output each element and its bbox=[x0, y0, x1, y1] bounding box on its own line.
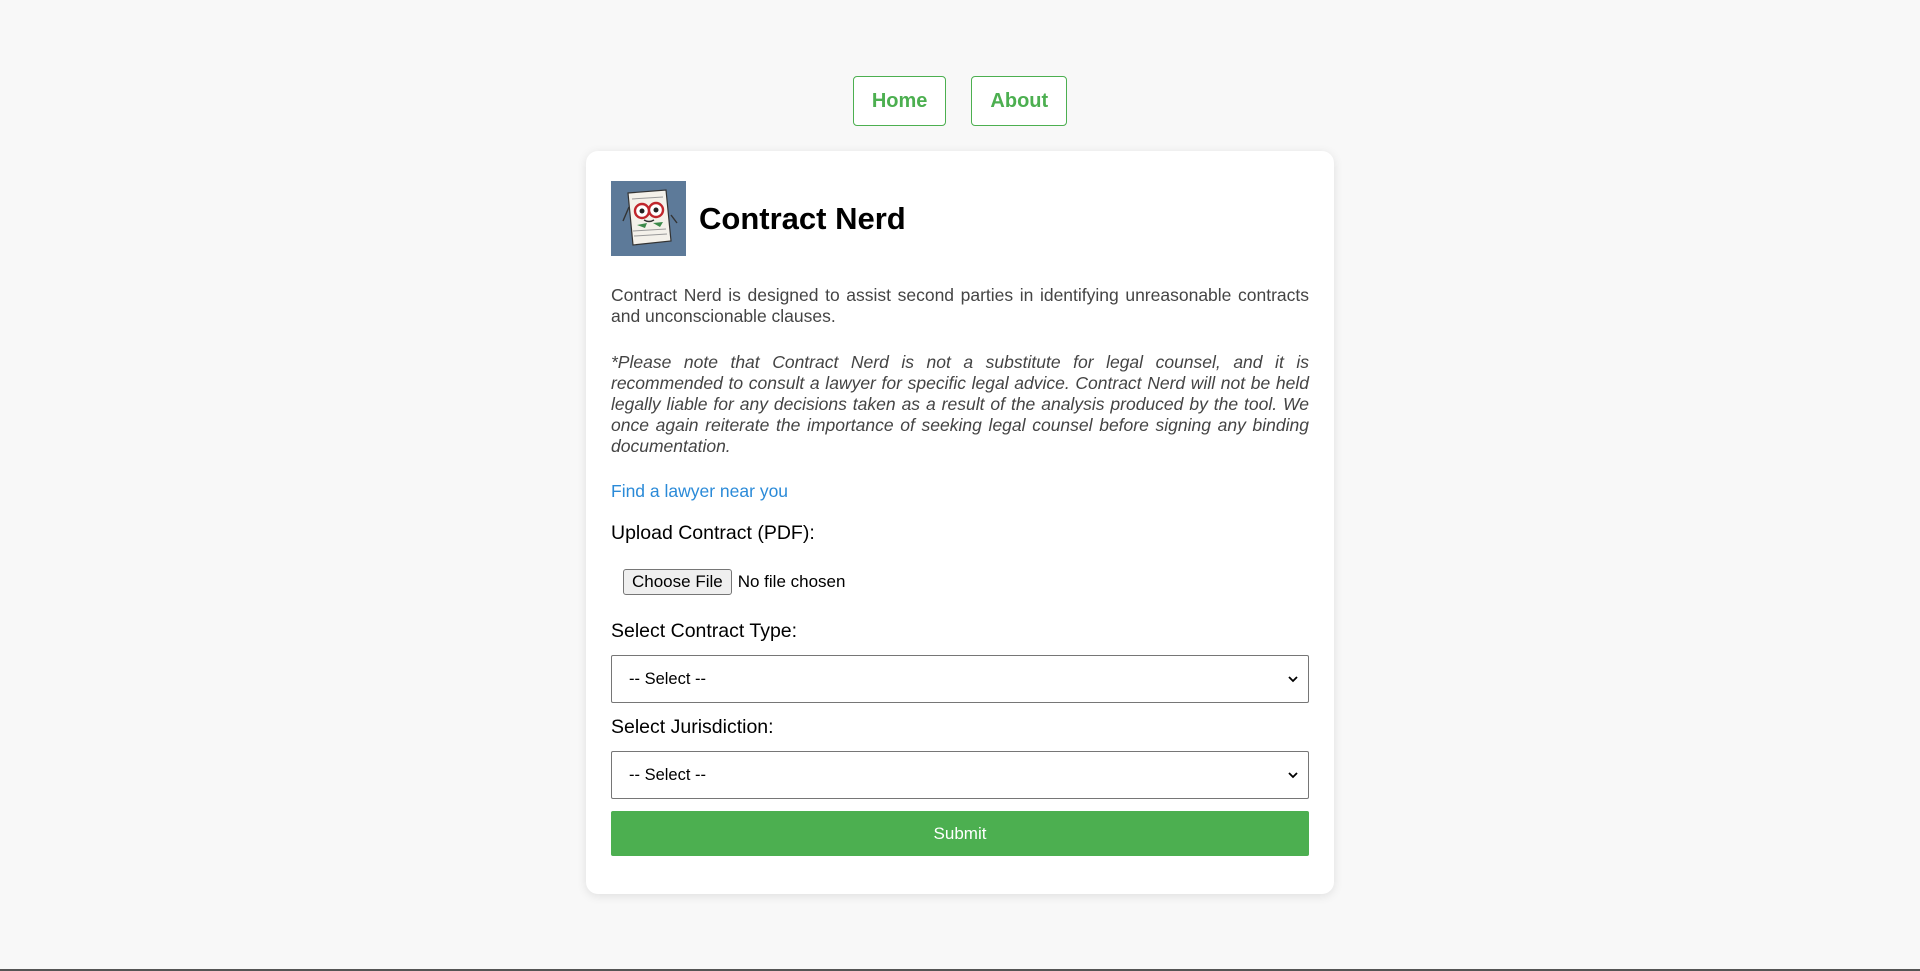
about-button[interactable]: About bbox=[971, 76, 1067, 126]
file-input: Choose File No file chosen bbox=[623, 569, 1309, 595]
contract-type-label: Select Contract Type: bbox=[611, 620, 1309, 643]
chevron-down-icon bbox=[1286, 672, 1300, 686]
page-title: Contract Nerd bbox=[699, 201, 906, 237]
description-text: Contract Nerd is designed to assist seco… bbox=[611, 285, 1309, 327]
file-status-text: No file chosen bbox=[738, 572, 846, 592]
contract-nerd-logo-icon bbox=[611, 181, 686, 256]
disclaimer-text: *Please note that Contract Nerd is not a… bbox=[611, 352, 1309, 457]
find-lawyer-link[interactable]: Find a lawyer near you bbox=[611, 481, 788, 502]
card-header: Contract Nerd bbox=[611, 181, 1309, 256]
home-button[interactable]: Home bbox=[853, 76, 947, 126]
choose-file-button[interactable]: Choose File bbox=[623, 569, 732, 595]
upload-label: Upload Contract (PDF): bbox=[611, 522, 1309, 545]
jurisdiction-value: -- Select -- bbox=[629, 766, 706, 785]
submit-button[interactable]: Submit bbox=[611, 811, 1309, 856]
contract-type-select[interactable]: -- Select -- bbox=[611, 655, 1309, 703]
jurisdiction-select[interactable]: -- Select -- bbox=[611, 751, 1309, 799]
jurisdiction-label: Select Jurisdiction: bbox=[611, 716, 1309, 739]
chevron-down-icon bbox=[1286, 768, 1300, 782]
main-card: Contract Nerd Contract Nerd is designed … bbox=[586, 151, 1334, 894]
contract-type-value: -- Select -- bbox=[629, 670, 706, 689]
page: Home About bbox=[0, 0, 1920, 971]
top-nav: Home About bbox=[0, 76, 1920, 126]
